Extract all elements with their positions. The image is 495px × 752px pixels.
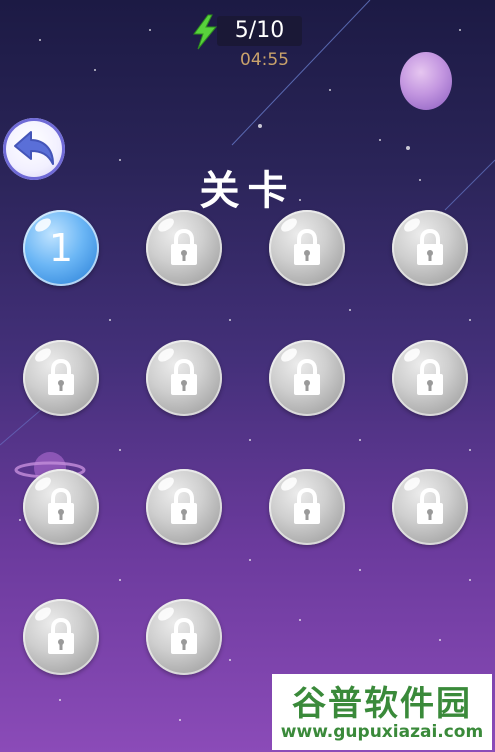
lock-icon	[171, 618, 197, 654]
lock-icon	[294, 359, 320, 395]
planet-decoration	[400, 52, 452, 110]
lightning-bolt-icon	[193, 14, 218, 50]
locked-level-button[interactable]	[269, 210, 345, 286]
lock-icon	[417, 359, 443, 395]
lock-icon	[48, 488, 74, 524]
locked-level-button[interactable]	[23, 469, 99, 545]
locked-level-button[interactable]	[392, 340, 468, 416]
page-title: 关卡	[199, 168, 296, 214]
locked-level-button[interactable]	[269, 340, 345, 416]
level-number: 1	[48, 226, 74, 270]
watermark-name: 谷普软件园	[292, 684, 472, 724]
locked-level-button[interactable]	[392, 469, 468, 545]
lock-icon	[171, 488, 197, 524]
lock-icon	[294, 229, 320, 265]
lock-icon	[417, 229, 443, 265]
locked-level-button[interactable]	[146, 599, 222, 675]
locked-level-button[interactable]	[146, 340, 222, 416]
lock-icon	[294, 488, 320, 524]
locked-level-button[interactable]	[146, 469, 222, 545]
locked-level-button[interactable]	[146, 210, 222, 286]
locked-level-button[interactable]	[269, 469, 345, 545]
watermark: 谷普软件园 www.gupuxiazai.com	[272, 674, 492, 750]
lock-icon	[48, 618, 74, 654]
locked-level-button[interactable]	[23, 340, 99, 416]
locked-level-button[interactable]	[392, 210, 468, 286]
lock-icon	[171, 359, 197, 395]
energy-count: 5/10	[234, 18, 285, 43]
lock-icon	[48, 359, 74, 395]
lock-icon	[171, 229, 197, 265]
level-button[interactable]: 1	[23, 210, 99, 286]
watermark-url: www.gupuxiazai.com	[280, 722, 484, 742]
energy-refill-timer: 04:55	[240, 50, 289, 70]
lock-icon	[417, 488, 443, 524]
locked-level-button[interactable]	[23, 599, 99, 675]
